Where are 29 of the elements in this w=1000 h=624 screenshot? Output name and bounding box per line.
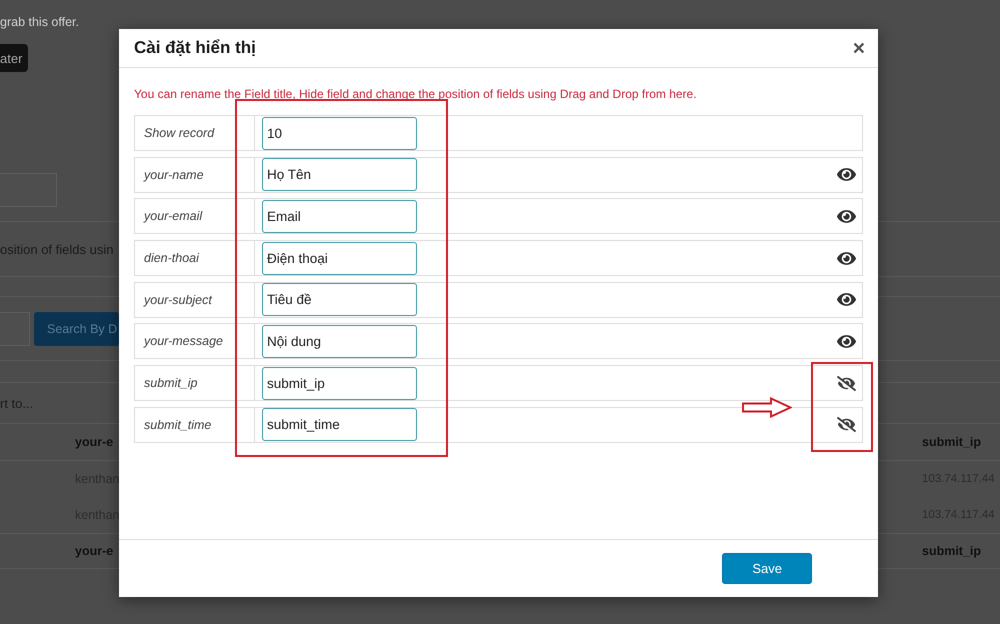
column-footer: your-e xyxy=(75,544,114,558)
later-button[interactable]: ater xyxy=(0,44,28,72)
field-title-input[interactable]: Họ Tên xyxy=(262,158,417,192)
field-key-label: submit_ip xyxy=(135,366,255,400)
field-title-input[interactable]: Điện thoại xyxy=(262,242,417,275)
close-button[interactable]: × xyxy=(852,38,865,58)
field-key-label: Show record xyxy=(135,116,255,150)
field-title-input[interactable]: Nội dung xyxy=(262,324,417,358)
field-title-input[interactable]: submit_ip xyxy=(262,366,417,400)
field-key-label: your-subject xyxy=(135,282,255,317)
field-key-label: your-name xyxy=(135,158,255,192)
instruction-message: You can rename the Field title, Hide field and change the position of fields using Drag and Drop from here. xyxy=(134,86,698,103)
arrow-icon xyxy=(742,397,792,418)
column-header: submit_ip xyxy=(922,435,982,449)
field-title-input[interactable]: 10 xyxy=(262,116,417,150)
column-footer: submit_ip xyxy=(922,544,982,558)
field-title-input[interactable]: submit_time xyxy=(262,408,417,442)
field-key-label: your-message xyxy=(135,324,255,358)
eye-slash-icon[interactable] xyxy=(837,415,856,434)
column-header: your-e xyxy=(75,435,114,449)
notice-text: grab this offer. xyxy=(0,14,79,31)
eye-slash-icon[interactable] xyxy=(837,374,856,393)
save-button[interactable]: Save xyxy=(722,553,812,584)
field-key-label: dien-thoai xyxy=(135,241,255,276)
field-key-label: submit_time xyxy=(135,408,255,442)
field-title-input[interactable]: Email xyxy=(262,200,417,233)
dialog-title: Cài đặt hiển thị xyxy=(134,38,256,58)
field-key-label: your-email xyxy=(135,199,255,234)
field-title-input[interactable]: Tiêu đề xyxy=(262,283,417,316)
